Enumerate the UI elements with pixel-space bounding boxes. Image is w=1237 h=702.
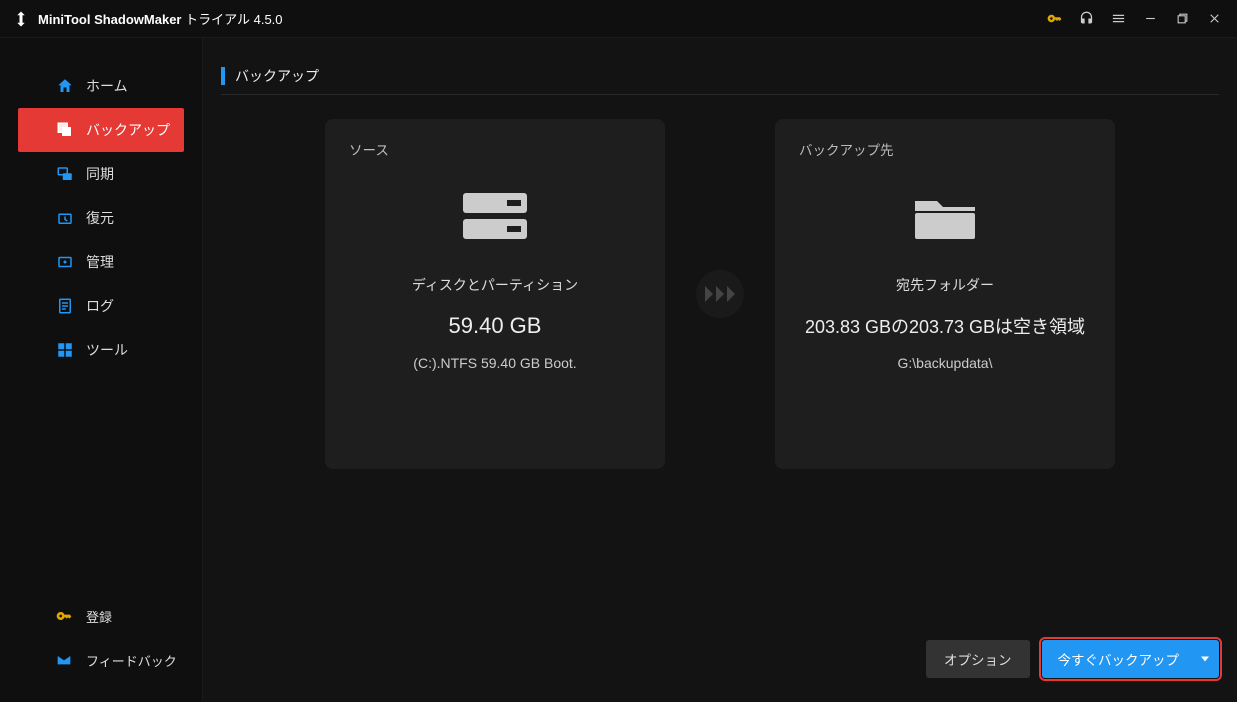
sidebar-item-tools[interactable]: ツール (18, 328, 184, 372)
manage-icon (56, 253, 78, 271)
dest-card-heading: バックアップ先 (799, 139, 1091, 159)
app-logo-icon (12, 10, 30, 28)
backup-icon (56, 121, 78, 139)
titlebar: MiniTool ShadowMaker トライアル 4.5.0 (0, 0, 1237, 38)
backup-now-button[interactable]: 今すぐバックアップ (1042, 640, 1220, 678)
sidebar-item-feedback[interactable]: フィードバック (18, 638, 184, 682)
options-button[interactable]: オプション (926, 640, 1030, 678)
sidebar-item-label: 管理 (86, 252, 114, 272)
sidebar-item-backup[interactable]: バックアップ (18, 108, 184, 152)
folder-icon (799, 189, 1091, 245)
sidebar-item-label: ツール (86, 340, 128, 360)
page-title: バックアップ (235, 66, 319, 86)
main-area: ホーム バックアップ 同期 復元 (0, 38, 1237, 702)
minimize-icon[interactable] (1135, 4, 1165, 34)
header-accent (221, 67, 225, 85)
source-size: 59.40 GB (349, 313, 641, 339)
menu-icon[interactable] (1103, 4, 1133, 34)
sync-icon (56, 165, 78, 183)
app-title: MiniTool ShadowMaker トライアル 4.5.0 (38, 9, 283, 28)
sidebar-item-restore[interactable]: 復元 (18, 196, 184, 240)
sidebar-item-label: ログ (86, 296, 114, 316)
sidebar-item-sync[interactable]: 同期 (18, 152, 184, 196)
sidebar: ホーム バックアップ 同期 復元 (0, 38, 203, 702)
sidebar-item-log[interactable]: ログ (18, 284, 184, 328)
key-icon (56, 608, 78, 624)
sidebar-item-manage[interactable]: 管理 (18, 240, 184, 284)
source-subheading: ディスクとパーティション (349, 275, 641, 295)
disk-icon (349, 189, 641, 245)
sidebar-item-label: 同期 (86, 164, 114, 184)
close-icon[interactable] (1199, 4, 1229, 34)
sidebar-bottom: 登録 フィードバック (0, 594, 202, 702)
page-header: バックアップ (221, 66, 1219, 95)
destination-card[interactable]: バックアップ先 宛先フォルダー 203.83 GBの203.73 GBは空き領域… (775, 119, 1115, 469)
footer-actions: オプション 今すぐバックアップ (221, 640, 1219, 702)
options-button-label: オプション (944, 649, 1012, 669)
sidebar-item-label: フィードバック (86, 651, 177, 670)
sidebar-item-label: ホーム (86, 76, 128, 96)
dest-freespace: 203.83 GBの203.73 GBは空き領域 (799, 313, 1091, 339)
backup-cards-row: ソース ディスクとパーティション 59.40 GB (C:).NTFS 59.4… (221, 119, 1219, 469)
dest-subheading: 宛先フォルダー (799, 275, 1091, 295)
restore-icon (56, 209, 78, 227)
dest-path: G:\backupdata\ (799, 355, 1091, 371)
source-card-heading: ソース (349, 139, 641, 159)
home-icon (56, 77, 78, 95)
log-icon (56, 297, 78, 315)
sidebar-item-label: 復元 (86, 208, 114, 228)
sidebar-item-label: 登録 (86, 607, 112, 626)
register-key-icon[interactable] (1039, 4, 1069, 34)
sidebar-item-label: バックアップ (86, 120, 170, 140)
sidebar-nav: ホーム バックアップ 同期 復元 (0, 64, 202, 594)
mail-icon (56, 652, 78, 668)
source-card[interactable]: ソース ディスクとパーティション 59.40 GB (C:).NTFS 59.4… (325, 119, 665, 469)
headset-icon[interactable] (1071, 4, 1101, 34)
sidebar-item-register[interactable]: 登録 (18, 594, 184, 638)
tools-icon (56, 341, 78, 359)
source-detail: (C:).NTFS 59.40 GB Boot. (349, 355, 641, 371)
content-area: バックアップ ソース ディスクとパーティション 59.40 GB (C:).NT… (203, 38, 1237, 702)
chevron-down-icon (1201, 657, 1209, 662)
backup-now-button-label: 今すぐバックアップ (1058, 649, 1180, 669)
sidebar-item-home[interactable]: ホーム (18, 64, 184, 108)
arrow-icon (665, 269, 775, 319)
maximize-icon[interactable] (1167, 4, 1197, 34)
